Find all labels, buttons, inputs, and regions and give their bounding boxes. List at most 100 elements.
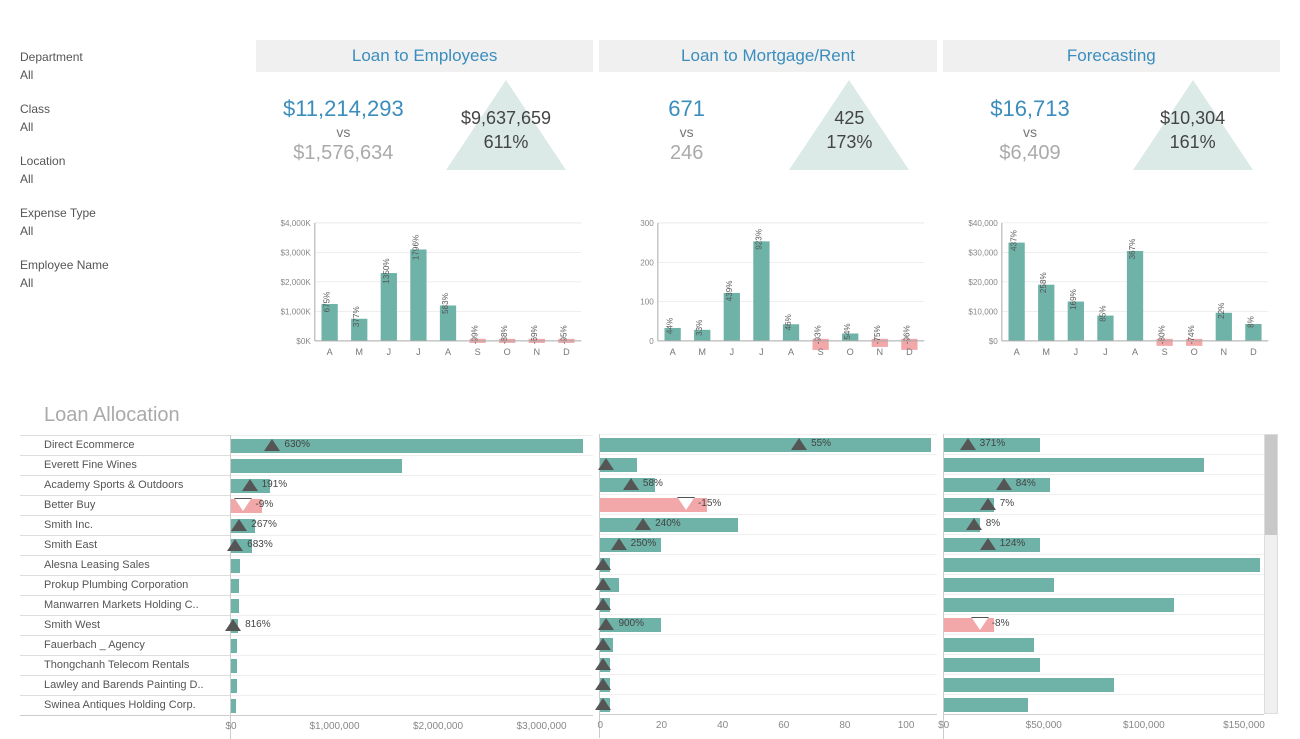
pct-label: 58% (643, 478, 663, 489)
triangle-up-icon (635, 518, 651, 530)
svg-text:-96%: -96% (903, 325, 912, 344)
axis-tick: 80 (839, 720, 850, 731)
svg-text:D: D (563, 347, 570, 357)
table-row-label: Prokup Plumbing Corporation (20, 575, 230, 595)
allocation-bar[interactable] (600, 554, 936, 574)
allocation-bars-forecasting[interactable]: 371%84%7%8%124%-8%$0$50,000$100,000$150,… (943, 434, 1264, 739)
kpi-vs: vs (607, 124, 766, 140)
allocation-bar[interactable] (231, 595, 593, 615)
filter-department[interactable]: DepartmentAll (20, 50, 250, 82)
svg-text:$20,000: $20,000 (968, 278, 998, 287)
allocation-bar[interactable]: 371% (944, 434, 1264, 454)
panel-forecasting: Forecasting $16,713 vs $6,409 $10,304 16… (943, 40, 1280, 400)
allocation-bars-employees[interactable]: 630%191%-9%267%683%816%$0$1,000,000$2,00… (230, 435, 593, 739)
pct-label: 683% (247, 539, 273, 550)
table-row-label: Direct Ecommerce (20, 435, 230, 455)
pct-label: 8% (986, 518, 1000, 529)
svg-text:M: M (699, 347, 707, 357)
allocation-bar[interactable] (231, 555, 593, 575)
allocation-bars-mortgage[interactable]: 55%58%-15%240%250%900%020406080100 (599, 434, 936, 738)
allocation-bar[interactable] (600, 654, 936, 674)
allocation-bar[interactable]: 630% (231, 435, 593, 455)
filter-expense-type[interactable]: Expense TypeAll (20, 206, 250, 238)
allocation-bar[interactable] (231, 675, 593, 695)
allocation-bar[interactable]: -15% (600, 494, 936, 514)
panel-loan-to-mortgage-rent: Loan to Mortgage/Rent 671 vs 246 425 173… (599, 40, 936, 400)
triangle-down-icon (235, 499, 251, 511)
svg-text:$4,000K: $4,000K (280, 219, 311, 228)
allocation-bar[interactable]: -8% (944, 614, 1264, 634)
allocation-bar[interactable]: 191% (231, 475, 593, 495)
filter-employee-name[interactable]: Employee NameAll (20, 258, 250, 290)
allocation-bar[interactable] (600, 694, 936, 714)
allocation-bar[interactable] (600, 594, 936, 614)
allocation-bar[interactable] (944, 574, 1264, 594)
allocation-bar[interactable] (231, 575, 593, 595)
svg-text:-99%: -99% (471, 325, 480, 344)
svg-text:J: J (1103, 347, 1108, 357)
svg-text:1796%: 1796% (411, 235, 420, 260)
svg-text:O: O (504, 347, 511, 357)
monthly-bar-chart[interactable]: $0K$1,000K$2,000K$3,000K$4,000KA675%M377… (256, 180, 593, 400)
filter-location[interactable]: LocationAll (20, 154, 250, 186)
allocation-bar[interactable] (231, 635, 593, 655)
allocation-bar[interactable] (944, 634, 1264, 654)
allocation-bar[interactable] (600, 674, 936, 694)
panel-title: Loan to Mortgage/Rent (599, 40, 936, 72)
svg-text:44%: 44% (666, 318, 675, 334)
triangle-up-icon (966, 518, 982, 530)
allocation-bar[interactable]: 267% (231, 515, 593, 535)
svg-text:-95%: -95% (559, 325, 568, 344)
triangle-up-icon (227, 539, 243, 551)
allocation-bar[interactable] (944, 694, 1264, 714)
allocation-bar[interactable]: 58% (600, 474, 936, 494)
allocation-bar[interactable]: 84% (944, 474, 1264, 494)
monthly-bar-chart[interactable]: 0100200300A44%M33%J439%J923%A46%S-93%O54… (599, 180, 936, 400)
allocation-bar[interactable] (944, 654, 1264, 674)
table-row-label: Everett Fine Wines (20, 455, 230, 475)
allocation-bar[interactable]: 8% (944, 514, 1264, 534)
scrollbar[interactable] (1264, 434, 1280, 739)
allocation-bar[interactable] (231, 695, 593, 715)
allocation-bar[interactable]: 240% (600, 514, 936, 534)
kpi-row: $11,214,293 vs $1,576,634 $9,637,659 611… (256, 72, 593, 180)
axis-tick: $2,000,000 (413, 721, 463, 732)
triangle-up-icon (595, 558, 611, 570)
allocation-labels: Direct EcommerceEverett Fine WinesAcadem… (20, 435, 230, 739)
allocation-col-2: 55%58%-15%240%250%900%020406080100 (599, 404, 936, 739)
allocation-bar[interactable]: 55% (600, 434, 936, 454)
svg-text:J: J (730, 347, 735, 357)
pct-label: 250% (631, 538, 657, 549)
svg-text:$0: $0 (988, 337, 998, 346)
svg-text:A: A (1132, 347, 1139, 357)
allocation-bar[interactable]: 900% (600, 614, 936, 634)
svg-text:-93%: -93% (814, 325, 823, 344)
svg-text:258%: 258% (1039, 272, 1048, 293)
allocation-bar[interactable]: 250% (600, 534, 936, 554)
monthly-bar-chart[interactable]: $0$10,000$20,000$30,000$40,000A437%M258%… (943, 180, 1280, 400)
allocation-bar[interactable] (600, 574, 936, 594)
svg-text:200: 200 (641, 258, 655, 267)
allocation-bar[interactable] (944, 454, 1264, 474)
svg-text:S: S (818, 347, 824, 357)
allocation-bar[interactable] (600, 634, 936, 654)
allocation-bar[interactable]: 683% (231, 535, 593, 555)
allocation-bar[interactable] (231, 655, 593, 675)
triangle-up-icon (791, 438, 807, 450)
triangle-up-icon (231, 519, 247, 531)
svg-text:437%: 437% (1009, 230, 1018, 251)
allocation-bar[interactable] (944, 674, 1264, 694)
filter-class[interactable]: ClassAll (20, 102, 250, 134)
allocation-bar[interactable]: 816% (231, 615, 593, 635)
svg-text:S: S (475, 347, 481, 357)
allocation-bar[interactable] (944, 594, 1264, 614)
allocation-bar[interactable]: 7% (944, 494, 1264, 514)
kpi-current: $11,214,293 (264, 96, 423, 122)
allocation-bar[interactable] (944, 554, 1264, 574)
triangle-down-icon (678, 498, 694, 510)
allocation-bar[interactable]: 124% (944, 534, 1264, 554)
allocation-bar[interactable] (231, 455, 593, 475)
triangle-up-icon (598, 618, 614, 630)
allocation-bar[interactable] (600, 454, 936, 474)
allocation-bar[interactable]: -9% (231, 495, 593, 515)
